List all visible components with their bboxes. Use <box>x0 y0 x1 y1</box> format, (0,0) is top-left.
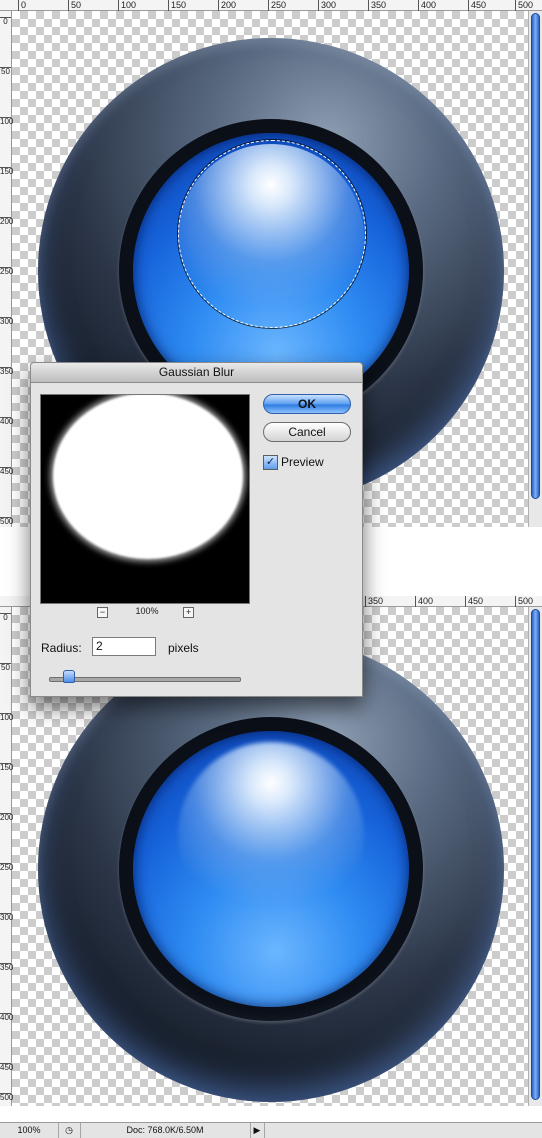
ruler-tick: 250 <box>268 0 286 11</box>
filter-preview[interactable] <box>40 394 250 604</box>
ruler-tick: 250 <box>0 863 14 872</box>
ruler-tick: 400 <box>415 596 433 607</box>
ruler-tick: 500 <box>0 517 14 526</box>
status-zoom[interactable]: 100% <box>0 1123 59 1138</box>
radius-slider-track[interactable] <box>49 677 241 682</box>
gaussian-blur-dialog: Gaussian Blur − 100% + OK Cancel ✓ Previ… <box>30 362 363 697</box>
ruler-tick: 350 <box>368 0 386 11</box>
status-bar: 100% ◷ Doc: 768.0K/6.50M ▶ <box>0 1122 542 1138</box>
ruler-tick: 50 <box>0 663 11 672</box>
dialog-title[interactable]: Gaussian Blur <box>31 363 362 383</box>
ruler-tick: 150 <box>0 763 14 772</box>
ruler-tick: 0 <box>0 613 11 622</box>
preview-zoom-controls: − 100% + <box>91 606 201 620</box>
ruler-tick: 100 <box>118 0 136 11</box>
zoom-level: 100% <box>135 606 159 616</box>
ruler-tick: 450 <box>465 596 483 607</box>
triangle-right-icon[interactable]: ▶ <box>250 1123 265 1138</box>
ruler-tick: 400 <box>0 1013 14 1022</box>
ruler-tick: 250 <box>0 267 14 276</box>
ruler-tick: 450 <box>468 0 486 11</box>
radius-label: Radius: <box>41 641 82 655</box>
scrollbar-thumb[interactable] <box>531 13 540 499</box>
radius-slider-thumb[interactable] <box>63 670 75 683</box>
ruler-horizontal-top: 0 50 100 150 200 250 300 350 400 450 500 <box>0 0 542 11</box>
ruler-tick: 450 <box>0 1063 14 1072</box>
ruler-tick: 350 <box>365 596 383 607</box>
check-icon[interactable]: ✓ <box>263 455 278 470</box>
ruler-tick: 50 <box>0 67 11 76</box>
ruler-tick: 50 <box>68 0 81 11</box>
status-doc-info: Doc: 768.0K/6.50M <box>80 1123 251 1138</box>
ruler-tick: 100 <box>0 713 14 722</box>
ruler-tick: 200 <box>218 0 236 11</box>
zoom-out-button[interactable]: − <box>97 607 108 618</box>
navigator-icon[interactable]: ◷ <box>58 1123 81 1138</box>
ruler-tick: 150 <box>0 167 14 176</box>
cancel-button[interactable]: Cancel <box>263 422 351 442</box>
ruler-vertical-top: 0 50 100 150 200 250 300 350 400 450 500 <box>0 11 14 527</box>
ruler-tick: 350 <box>0 367 14 376</box>
ruler-tick: 100 <box>0 117 14 126</box>
ruler-tick: 300 <box>318 0 336 11</box>
ok-button[interactable]: OK <box>263 394 351 414</box>
ruler-tick: 300 <box>0 317 14 326</box>
ruler-tick: 450 <box>0 467 14 476</box>
ruler-tick: 400 <box>418 0 436 11</box>
vertical-scrollbar-bottom[interactable] <box>528 607 542 1106</box>
zoom-in-button[interactable]: + <box>183 607 194 618</box>
ruler-tick: 350 <box>0 963 14 972</box>
scrollbar-thumb[interactable] <box>531 609 540 1100</box>
ruler-tick: 200 <box>0 217 14 226</box>
radius-input[interactable] <box>92 637 156 656</box>
preview-blurred-circle <box>53 395 243 559</box>
preview-label: Preview <box>281 455 324 469</box>
ruler-tick: 500 <box>0 1093 14 1102</box>
orb-outer-ring <box>38 636 504 1102</box>
ruler-vertical-bottom: 0 50 100 150 200 250 300 350 400 450 500 <box>0 607 14 1106</box>
ruler-tick: 0 <box>18 0 26 11</box>
radius-unit-label: pixels <box>168 641 199 655</box>
ruler-tick: 500 <box>515 0 533 11</box>
ruler-tick: 200 <box>0 813 14 822</box>
ruler-tick: 150 <box>168 0 186 11</box>
ruler-tick: 300 <box>0 913 14 922</box>
elliptical-selection-marquee[interactable] <box>178 140 366 328</box>
orb-highlight-blurred <box>178 742 364 928</box>
ruler-tick: 400 <box>0 417 14 426</box>
ruler-tick: 0 <box>0 17 11 26</box>
vertical-scrollbar-top[interactable] <box>528 11 542 527</box>
ruler-tick: 500 <box>515 596 533 607</box>
